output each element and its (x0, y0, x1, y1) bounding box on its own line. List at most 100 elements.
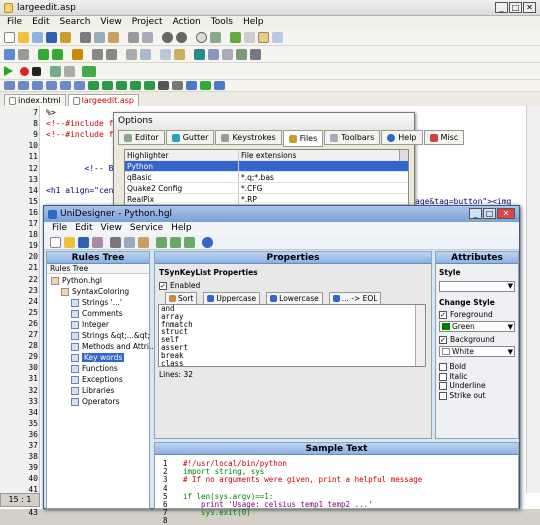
tools-icon[interactable] (236, 48, 247, 60)
table-row[interactable]: qBasic *.q;*.bas (125, 172, 408, 183)
format-icon-8[interactable] (102, 81, 113, 90)
cut-icon[interactable] (80, 31, 91, 43)
tab-gutter[interactable]: Gutter (165, 130, 215, 145)
tree-item[interactable]: Comments (71, 309, 123, 318)
keyword-item[interactable]: assert (161, 344, 425, 352)
menu-project[interactable]: Project (127, 16, 168, 29)
run-icon[interactable] (4, 66, 13, 76)
menu-help[interactable]: Help (238, 16, 269, 29)
checkbox[interactable]: ✓ (439, 335, 447, 344)
background-color-select[interactable]: White ▼ (439, 346, 515, 357)
window-split-icon[interactable] (222, 48, 233, 60)
foreground-checkbox[interactable]: ✓ Foreground (439, 310, 493, 319)
format-icon-5[interactable] (60, 81, 71, 90)
format-icon-15[interactable] (200, 81, 211, 90)
stop-icon[interactable] (32, 66, 41, 76)
table-row[interactable]: Python (125, 161, 408, 172)
tree-item[interactable]: Integer (71, 320, 109, 329)
keyword-list[interactable]: and array fnmatch struct self assert break clas… (158, 304, 426, 367)
replace-icon[interactable] (210, 31, 221, 43)
spellcheck-icon[interactable] (244, 31, 255, 43)
tree-item[interactable]: SyntaxColoring (61, 287, 129, 296)
tree-item[interactable]: Methods and Attri... (71, 342, 156, 351)
back-icon[interactable] (4, 48, 15, 60)
format-icon-13[interactable] (172, 81, 183, 90)
uni-menu-edit[interactable]: Edit (71, 222, 96, 235)
menu-action[interactable]: Action (168, 16, 206, 29)
format-icon-3[interactable] (32, 81, 43, 90)
macro-icon[interactable] (50, 65, 61, 77)
tree-item[interactable]: Python.hgl (51, 276, 102, 285)
format-icon-9[interactable] (116, 81, 127, 90)
upload-icon[interactable] (160, 48, 171, 60)
link-icon[interactable] (250, 48, 261, 60)
format-icon-11[interactable] (144, 81, 155, 90)
save-all-icon[interactable] (60, 31, 71, 43)
add-range-icon[interactable] (170, 236, 181, 248)
menu-edit[interactable]: Edit (27, 16, 54, 29)
wrap-icon[interactable] (92, 48, 103, 60)
paste-icon[interactable] (108, 31, 119, 43)
open-icon[interactable] (64, 236, 75, 248)
tab-largeedit-asp[interactable]: largeedit.asp (67, 94, 139, 106)
menu-file[interactable]: File (2, 16, 27, 29)
bold-checkbox[interactable]: Bold (439, 362, 486, 372)
undo-icon[interactable] (162, 31, 173, 43)
uni-menu-help[interactable]: Help (167, 222, 196, 235)
close-button[interactable]: ✕ (523, 2, 536, 13)
format-icon-2[interactable] (18, 81, 29, 90)
menu-tools[interactable]: Tools (206, 16, 238, 29)
tree-item[interactable]: Strings '...' (71, 298, 122, 307)
minimize-button[interactable]: _ (495, 2, 508, 13)
redo-icon[interactable] (176, 31, 187, 43)
tab-help[interactable]: Help (381, 130, 423, 145)
find-icon[interactable] (196, 31, 207, 43)
save-icon[interactable] (46, 31, 57, 43)
sync-icon[interactable] (126, 48, 137, 60)
italic-checkbox[interactable]: Italic (439, 372, 486, 382)
format-icon-1[interactable] (4, 81, 15, 90)
foreground-color-select[interactable]: Green ▼ (439, 321, 515, 332)
tree-item[interactable]: Key words (71, 353, 125, 362)
keyword-item[interactable]: self (161, 336, 425, 344)
open-folder-icon[interactable] (18, 31, 29, 43)
window-icon[interactable] (258, 31, 269, 43)
format-icon-10[interactable] (130, 81, 141, 90)
underline-checkbox[interactable]: Underline (439, 381, 486, 391)
outdent-icon[interactable] (52, 48, 63, 60)
tree-item[interactable]: Exceptions (71, 375, 123, 384)
bookmark-icon[interactable] (230, 31, 241, 43)
uni-menu-view[interactable]: View (97, 222, 126, 235)
checkbox[interactable] (439, 363, 447, 371)
tab-index-html[interactable]: index.html (4, 94, 66, 106)
tree-item[interactable]: Libraries (71, 386, 114, 395)
strikeout-checkbox[interactable]: Strike out (439, 391, 486, 401)
uni-minimize-button[interactable]: _ (469, 208, 482, 219)
column-extensions[interactable]: File extensions (239, 150, 296, 160)
copy-icon[interactable] (94, 31, 105, 43)
checkbox[interactable]: ✓ (439, 310, 447, 319)
checkbox[interactable] (439, 372, 447, 381)
grid-icon[interactable] (272, 31, 283, 43)
uni-maximize-button[interactable]: □ (483, 208, 496, 219)
keyword-item[interactable]: fnmatch (161, 320, 425, 329)
new-icon[interactable] (50, 236, 61, 248)
forward-icon[interactable] (18, 48, 29, 60)
background-checkbox[interactable]: ✓ Background (439, 335, 495, 344)
column-highlighter[interactable]: Highlighter (125, 150, 239, 160)
editor-scrollbar[interactable] (526, 106, 540, 493)
print-icon[interactable] (128, 31, 139, 43)
tree-item[interactable]: Operators (71, 397, 119, 406)
maximize-button[interactable]: □ (509, 2, 522, 13)
style-select[interactable]: ▼ (439, 281, 515, 292)
play-macro-icon[interactable] (82, 65, 96, 77)
format-icon-4[interactable] (46, 81, 57, 90)
format-icon-7[interactable] (88, 81, 99, 90)
table-row[interactable]: Quake2 Config *.CFG (125, 183, 408, 194)
table-scroll-button[interactable] (399, 150, 408, 161)
unwrap-icon[interactable] (106, 48, 117, 60)
keyword-item[interactable]: struct (161, 328, 425, 336)
table-row[interactable]: RealPix *.RP (125, 194, 408, 205)
uni-close-button[interactable]: ✕ (497, 208, 515, 219)
copy-icon[interactable] (124, 236, 135, 248)
